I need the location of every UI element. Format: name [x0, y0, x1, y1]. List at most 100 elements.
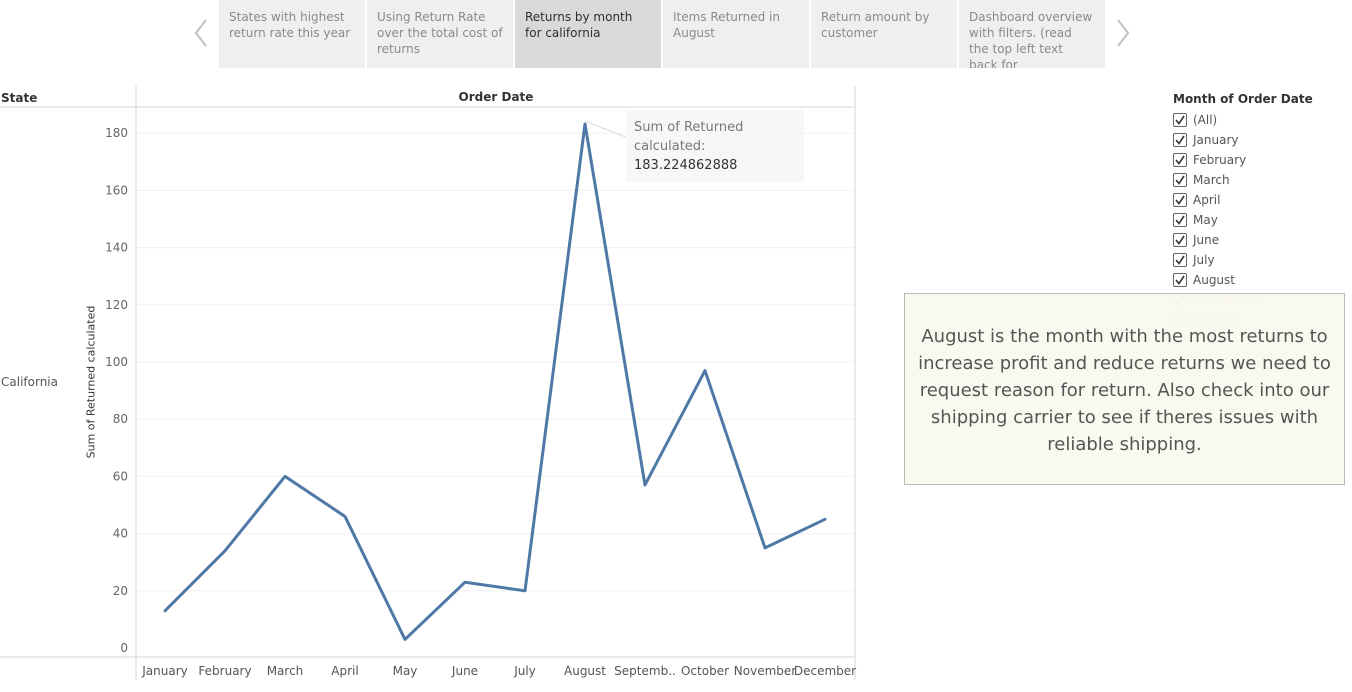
data-point[interactable] [400, 634, 410, 644]
data-point[interactable] [340, 511, 350, 521]
checkbox[interactable] [1173, 213, 1187, 227]
x-tick-label: November [734, 664, 796, 678]
checkbox[interactable] [1173, 113, 1187, 127]
chevron-left-icon [194, 19, 207, 47]
checkmark-icon [1175, 235, 1185, 245]
filter-item-label: March [1193, 173, 1230, 187]
filter-item-label: January [1193, 133, 1239, 147]
state-row-label[interactable]: California [1, 375, 58, 389]
data-point[interactable] [700, 366, 710, 376]
story-tab-label: States with highest return rate this yea… [229, 10, 351, 40]
checkmark-icon [1175, 195, 1185, 205]
filter-item[interactable]: (All) [1173, 110, 1348, 130]
story-tab-items-returned-august[interactable]: Items Returned in August [663, 0, 809, 68]
tableau-story-page: States with highest return rate this yea… [0, 0, 1352, 692]
checkmark-icon [1175, 155, 1185, 165]
x-tick-label: December [794, 664, 856, 678]
chart-tooltip: Sum of Returned calculated: 183.22486288… [626, 110, 804, 182]
y-tick-label: 80 [113, 412, 128, 426]
filter-item[interactable]: May [1173, 210, 1348, 230]
tooltip-value: 183.224862888 [634, 158, 738, 173]
x-tick-label: Septemb.. [614, 664, 676, 678]
filter-item-label: (All) [1193, 113, 1218, 127]
story-tab-returns-by-month[interactable]: Returns by month for california [515, 0, 661, 68]
story-tab-return-rate-cost[interactable]: Using Return Rate over the total cost of… [367, 0, 513, 68]
tooltip-connector [584, 120, 629, 139]
tooltip-label: Sum of Returned calculated: [634, 120, 744, 154]
checkbox[interactable] [1173, 253, 1187, 267]
y-axis-title[interactable]: Sum of Returned calculated [85, 306, 98, 459]
story-next-button[interactable] [1111, 16, 1135, 50]
filter-item[interactable]: July [1173, 250, 1348, 270]
checkmark-icon [1175, 215, 1185, 225]
row-shelf-header: State [1, 91, 38, 105]
filter-item-label: April [1193, 193, 1221, 207]
y-tick-label: 40 [113, 527, 128, 541]
data-point[interactable] [640, 480, 650, 490]
x-tick-label: February [198, 664, 251, 678]
checkmark-icon [1175, 255, 1185, 265]
annotation-textbox: August is the month with the most return… [904, 293, 1345, 485]
checkbox[interactable] [1173, 233, 1187, 247]
filter-item[interactable]: June [1173, 230, 1348, 250]
data-point[interactable] [760, 543, 770, 553]
story-tab-label: Dashboard overview with filters. (read t… [969, 10, 1093, 68]
checkbox[interactable] [1173, 133, 1187, 147]
y-tick-label: 120 [105, 298, 128, 312]
checkbox[interactable] [1173, 193, 1187, 207]
x-tick-label: July [513, 664, 536, 678]
data-point[interactable] [460, 577, 470, 587]
data-point[interactable] [280, 471, 290, 481]
filter-item-label: August [1193, 273, 1235, 287]
checkbox[interactable] [1173, 173, 1187, 187]
checkmark-icon [1175, 275, 1185, 285]
series-line[interactable] [163, 122, 827, 641]
data-point[interactable] [160, 606, 170, 616]
checkmark-icon [1175, 115, 1185, 125]
x-tick-label: June [451, 664, 478, 678]
story-prev-button[interactable] [189, 16, 213, 50]
filter-item-label: July [1193, 253, 1215, 267]
story-tab-label: Return amount by customer [821, 10, 930, 40]
y-tick-label: 100 [105, 355, 128, 369]
filter-item-label: May [1193, 213, 1218, 227]
y-tick-label: 60 [113, 469, 128, 483]
data-point[interactable] [220, 546, 230, 556]
x-tick-label: May [393, 664, 418, 678]
y-tick-label: 20 [113, 584, 128, 598]
story-tab-states-return-rate[interactable]: States with highest return rate this yea… [219, 0, 365, 68]
y-tick-label: 160 [105, 183, 128, 197]
checkmark-icon [1175, 175, 1185, 185]
x-tick-label: October [681, 664, 729, 678]
y-tick-label: 140 [105, 241, 128, 255]
x-tick-label: March [267, 664, 304, 678]
data-point[interactable] [580, 119, 590, 129]
data-point[interactable] [520, 586, 530, 596]
checkbox[interactable] [1173, 153, 1187, 167]
story-tabs: States with highest return rate this yea… [219, 0, 1107, 68]
filter-item[interactable]: August [1173, 270, 1348, 290]
checkmark-icon [1175, 135, 1185, 145]
filter-item[interactable]: April [1173, 190, 1348, 210]
filter-item[interactable]: March [1173, 170, 1348, 190]
story-tab-label: Items Returned in August [673, 10, 780, 40]
filter-item[interactable]: February [1173, 150, 1348, 170]
x-tick-label: January [141, 664, 188, 678]
x-tick-label: August [564, 664, 606, 678]
story-tab-return-amount-customer[interactable]: Return amount by customer [811, 0, 957, 68]
filter-item-label: February [1193, 153, 1247, 167]
filter-title: Month of Order Date [1173, 92, 1313, 106]
filter-item-label: June [1193, 233, 1220, 247]
story-tab-dashboard-overview[interactable]: Dashboard overview with filters. (read t… [959, 0, 1105, 68]
chevron-right-icon [1117, 19, 1130, 47]
story-tab-label: Using Return Rate over the total cost of… [377, 10, 503, 56]
x-tick-label: April [331, 664, 358, 678]
annotation-text: August is the month with the most return… [918, 326, 1331, 455]
story-tab-label: Returns by month for california [525, 10, 633, 40]
column-shelf-header: Order Date [458, 90, 534, 104]
checkbox[interactable] [1173, 273, 1187, 287]
y-tick-label: 180 [105, 126, 128, 140]
filter-item[interactable]: January [1173, 130, 1348, 150]
y-tick-label: 0 [120, 641, 128, 655]
data-point[interactable] [820, 514, 830, 524]
